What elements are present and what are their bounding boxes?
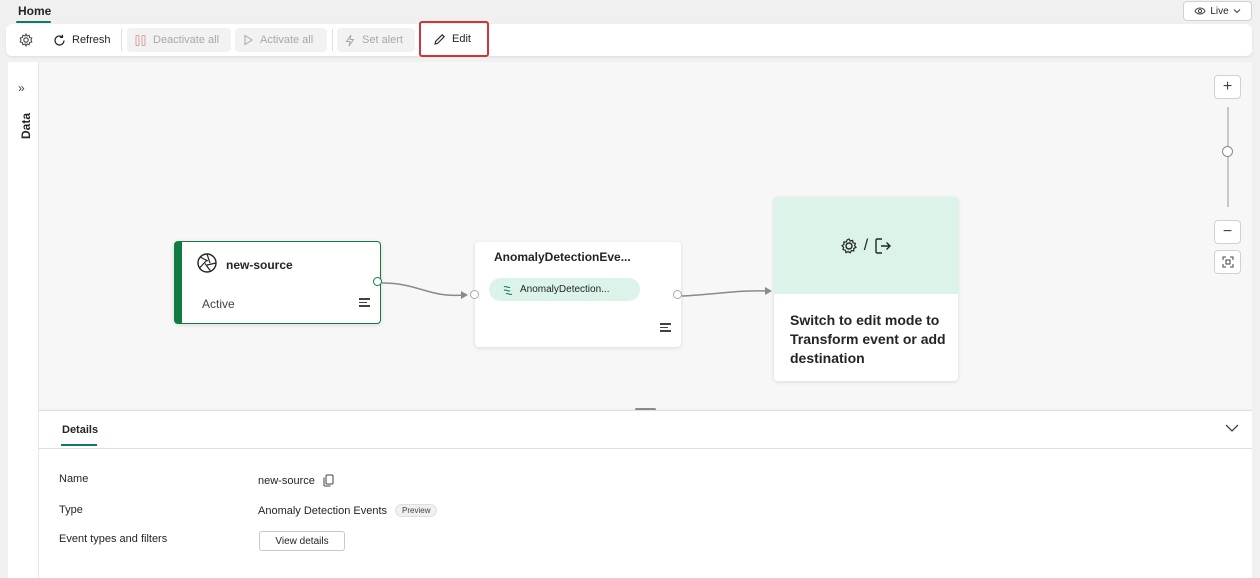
destination-separator: /: [863, 236, 869, 254]
view-details-button[interactable]: View details: [259, 531, 345, 551]
eye-icon: [1194, 7, 1206, 15]
zoom-in-button[interactable]: +: [1214, 75, 1241, 99]
destination-icons: /: [774, 197, 958, 294]
event-node-pill-label: AnomalyDetection...: [520, 284, 610, 295]
detail-label-name: Name: [59, 473, 89, 485]
details-divider: [39, 448, 1252, 449]
source-node-menu-icon[interactable]: [359, 298, 370, 309]
destination-placeholder-node[interactable]: / Switch to edit mode to Transform event…: [774, 197, 958, 381]
data-side-panel[interactable]: » Data: [8, 62, 39, 578]
edit-button[interactable]: Edit: [419, 21, 489, 57]
live-view-button[interactable]: Live: [1183, 1, 1252, 21]
detail-value-name: new-source: [258, 474, 334, 487]
live-label: Live: [1210, 5, 1229, 17]
source-node-status: Active: [202, 297, 235, 311]
data-panel-label: Data: [19, 113, 33, 140]
settings-button[interactable]: [12, 28, 40, 52]
event-node[interactable]: AnomalyDetectionEve... AnomalyDetection.…: [470, 242, 682, 347]
activate-all-label: Activate all: [260, 34, 314, 46]
tab-bar: Home Live: [0, 0, 1260, 24]
refresh-icon: [54, 34, 65, 46]
details-panel: Details Name new-source Type Anomaly Det…: [39, 410, 1252, 578]
connection-lines: [381, 282, 772, 299]
destination-message: Switch to edit mode to Transform event o…: [790, 312, 946, 366]
pause-icon: [135, 34, 146, 46]
tab-home[interactable]: Home: [18, 4, 51, 18]
tab-home-underline: [16, 21, 51, 23]
tab-details[interactable]: Details: [62, 424, 98, 436]
type-value: Anomaly Detection Events: [258, 504, 388, 517]
chevron-down-icon: [1233, 9, 1241, 14]
stream-icon: [503, 285, 513, 295]
collapse-chevron-icon[interactable]: [1225, 423, 1239, 433]
transform-gear-icon: [840, 237, 857, 254]
toolbar: Refresh Deactivate all Activate all Set …: [6, 21, 1252, 57]
set-alert-label: Set alert: [362, 34, 403, 46]
zoom-slider-thumb[interactable]: [1222, 146, 1233, 157]
source-node[interactable]: new-source Active: [174, 241, 382, 324]
refresh-label: Refresh: [72, 34, 111, 46]
expand-chevron-icon[interactable]: »: [18, 81, 25, 95]
fit-view-button[interactable]: [1214, 250, 1241, 274]
source-name-value: new-source: [258, 474, 315, 487]
source-aperture-icon: [197, 253, 217, 273]
edit-label: Edit: [452, 33, 471, 45]
copy-icon[interactable]: [323, 474, 334, 487]
gear-icon: [19, 33, 33, 47]
flow-canvas[interactable]: new-source Active AnomalyDetectionEve...…: [39, 62, 1252, 409]
detail-label-event-types: Event types and filters: [59, 533, 168, 545]
toolbar-divider: [121, 29, 122, 51]
event-node-pill[interactable]: AnomalyDetection...: [489, 278, 640, 301]
activate-all-button[interactable]: Activate all: [235, 28, 327, 52]
event-node-title: AnomalyDetectionEve...: [494, 250, 631, 264]
detail-label-type: Type: [59, 504, 83, 516]
tab-details-underline: [61, 444, 97, 446]
set-alert-button[interactable]: Set alert: [337, 28, 415, 52]
event-input-port[interactable]: [470, 290, 479, 299]
source-node-title: new-source: [226, 258, 293, 272]
sign-out-icon: [875, 237, 892, 254]
source-output-port[interactable]: [373, 277, 382, 286]
event-node-menu-icon[interactable]: [660, 323, 671, 334]
event-output-port[interactable]: [673, 290, 682, 299]
detail-value-type: Anomaly Detection Events Preview: [258, 504, 438, 517]
lightning-icon: [345, 34, 355, 46]
zoom-out-button[interactable]: −: [1214, 220, 1241, 244]
toolbar-divider: [332, 29, 333, 51]
refresh-button[interactable]: Refresh: [46, 28, 118, 52]
deactivate-all-button[interactable]: Deactivate all: [127, 28, 231, 52]
deactivate-all-label: Deactivate all: [153, 34, 220, 46]
play-icon: [244, 34, 253, 46]
pencil-icon: [434, 33, 445, 45]
zoom-slider-track[interactable]: [1227, 107, 1229, 207]
fit-view-icon: [1222, 256, 1233, 268]
preview-badge: Preview: [395, 504, 438, 517]
